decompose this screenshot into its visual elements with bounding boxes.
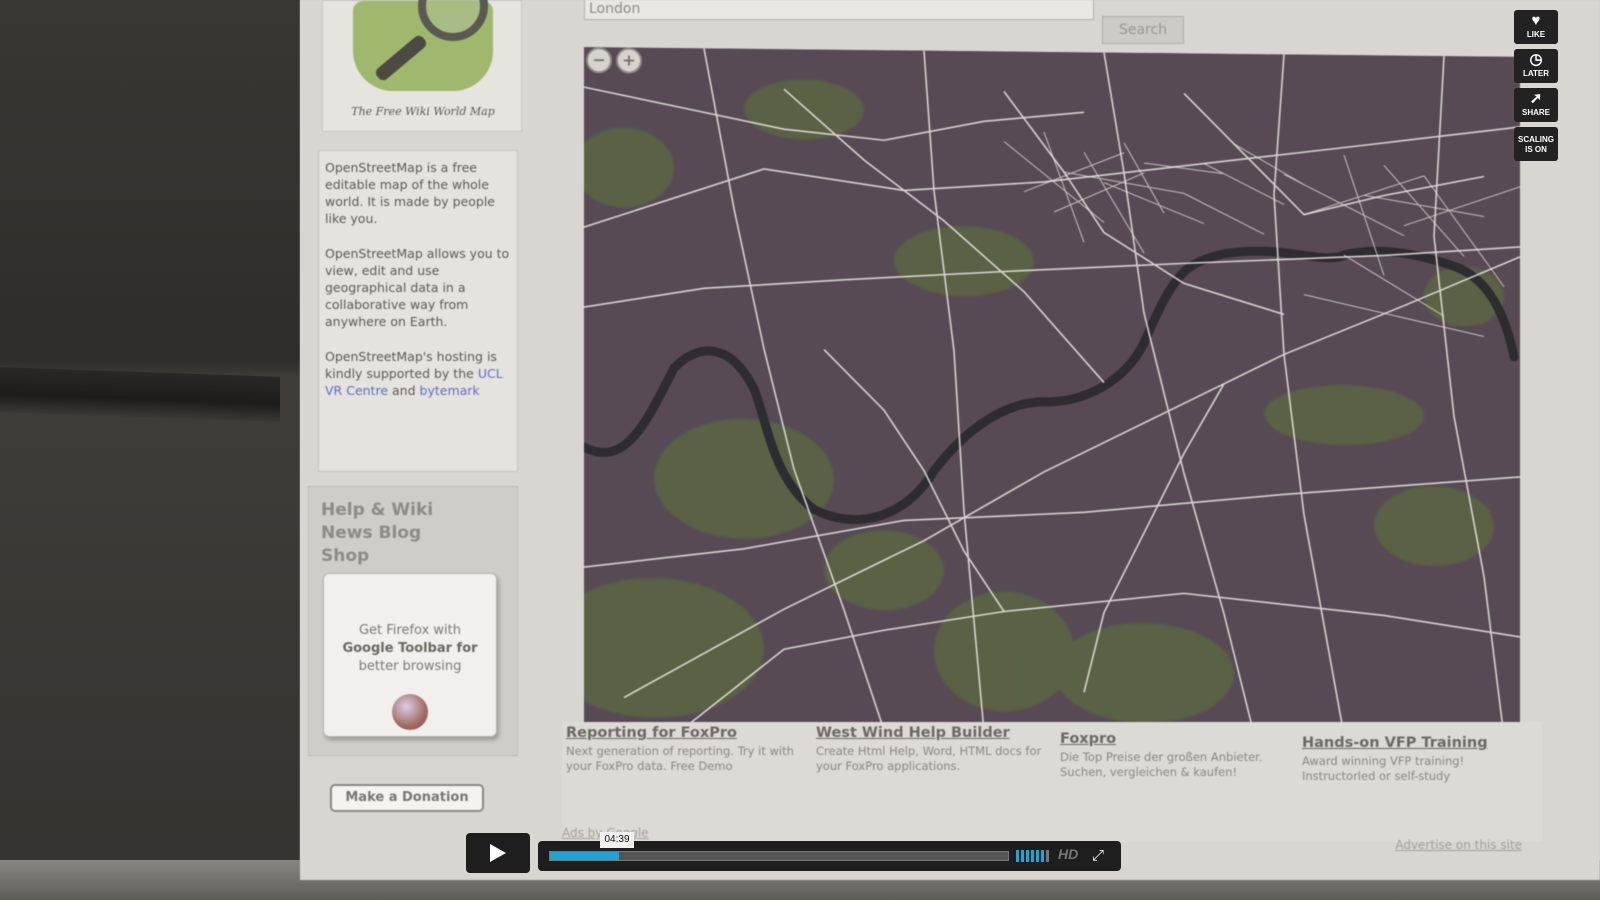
firefox-icon [392,694,428,730]
progress-bar[interactable] [549,851,1009,861]
time-tooltip: 04:39 [600,832,634,848]
scaling-label: SCALING IS ON [1518,135,1554,154]
share-button[interactable]: ➚ SHARE [1514,88,1558,122]
search-input[interactable]: London [584,0,1094,20]
play-button[interactable] [466,833,530,873]
ad-body: Die Top Preise der großen Anbieter. Such… [1060,750,1263,779]
ad-item[interactable]: Foxpro Die Top Preise der großen Anbiete… [1060,732,1295,780]
volume-control[interactable] [1016,850,1052,862]
ad-title[interactable]: West Wind Help Builder [816,726,1051,741]
ad-body: Create Html Help, Word, HTML docs for yo… [816,744,1042,773]
intro-paragraph-1: OpenStreetMap is a free editable map of … [325,160,495,226]
share-label: SHARE [1521,108,1550,117]
osm-logo[interactable]: The Free Wiki World Map [322,0,522,132]
search-button[interactable]: Search [1102,16,1184,44]
ads-panel: Reporting for FoxPro Next generation of … [562,722,1542,852]
hd-toggle[interactable]: HD [1058,846,1078,862]
video-frame: The Free Wiki World Map OpenStreetMap is… [0,0,1600,900]
progress-fill [550,852,619,860]
intro-and-text: and [392,383,416,398]
scaling-button[interactable]: SCALING IS ON [1514,127,1558,161]
intro-paragraph-2: OpenStreetMap allows you to view, edit a… [325,246,510,329]
play-icon [490,844,506,862]
help-panel: Help & Wiki News Blog Shop Get Firefox w… [308,486,518,756]
room-background [0,0,300,900]
news-blog-link[interactable]: News Blog [321,522,505,545]
bytemark-link[interactable]: bytemark [420,383,480,398]
ad-body: Award winning VFP training! Instructorle… [1302,754,1465,783]
intro-hosting-text: OpenStreetMap's hosting is kindly suppor… [325,349,497,381]
ad-item[interactable]: West Wind Help Builder Create Html Help,… [816,726,1051,774]
ad-item[interactable]: Hands-on VFP Training Award winning VFP … [1302,736,1537,784]
shop-link[interactable]: Shop [321,545,505,568]
ad-title[interactable]: Reporting for FoxPro [566,726,801,741]
advertise-link[interactable]: Advertise on this site [1395,838,1522,852]
watch-later-button[interactable]: ◷ LATER [1514,49,1558,83]
ad-item[interactable]: Reporting for FoxPro Next generation of … [566,726,801,774]
fullscreen-icon[interactable]: ⤢ [1092,846,1104,864]
intro-paragraph-3: OpenStreetMap's hosting is kindly suppor… [325,348,511,399]
intro-panel: OpenStreetMap is a free editable map of … [318,150,518,472]
heart-icon: ♥ [1531,12,1541,29]
zoom-in-button[interactable]: + [616,47,642,74]
projected-screen: The Free Wiki World Map OpenStreetMap is… [300,0,1600,880]
later-label: LATER [1522,69,1550,78]
firefox-promo-line-1: Get Firefox with [358,623,462,638]
like-label: LIKE [1526,30,1546,39]
ad-title[interactable]: Hands-on VFP Training [1302,736,1537,751]
clock-icon: ◷ [1529,51,1543,68]
zoom-out-button[interactable]: − [586,47,612,74]
donate-button[interactable]: Make a Donation [330,784,484,812]
like-button[interactable]: ♥ LIKE [1514,10,1558,44]
ad-body: Next generation of reporting. Try it wit… [566,744,794,773]
firefox-promo-line-3: better browsing [358,659,462,674]
logo-caption: The Free Wiki World Map [351,105,495,118]
map-tiles [584,47,1520,737]
help-wiki-link[interactable]: Help & Wiki [321,499,505,522]
firefox-promo-line-2: Google Toolbar for [342,641,478,656]
ad-title[interactable]: Foxpro [1060,732,1295,747]
map-view[interactable]: − + [584,47,1520,737]
share-icon: ➚ [1529,90,1543,107]
firefox-promo[interactable]: Get Firefox with Google Toolbar for bett… [323,573,497,737]
